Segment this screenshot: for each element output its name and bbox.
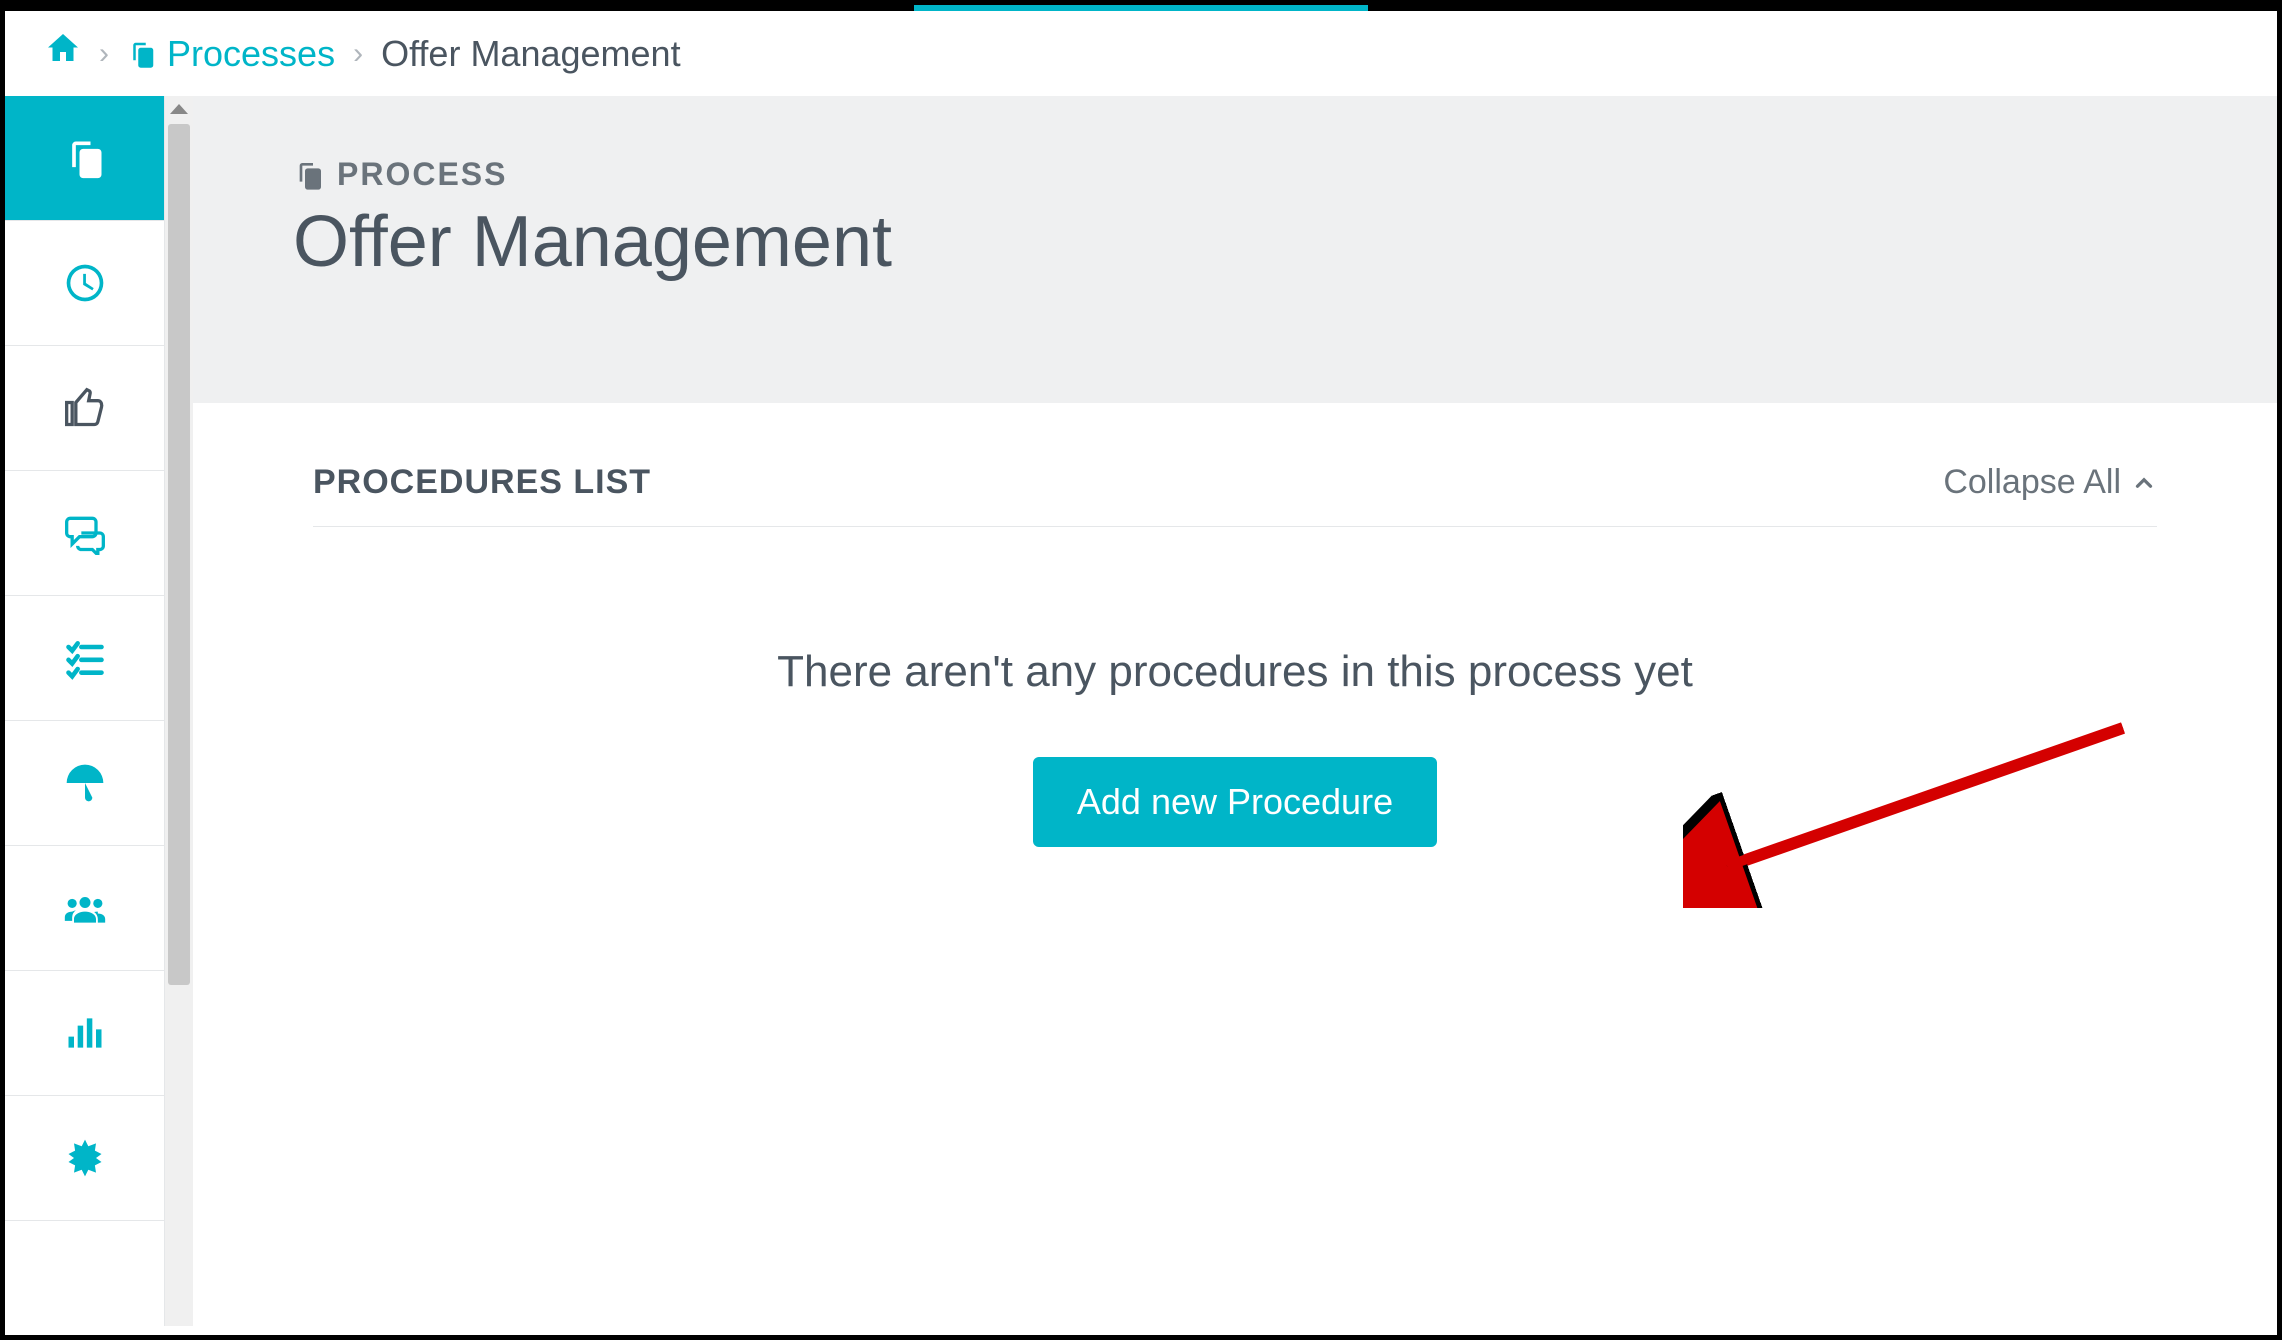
breadcrumb-processes-link[interactable]: Processes [127, 33, 335, 75]
copy-icon [293, 159, 325, 191]
sidebar-item-thumbs[interactable] [5, 346, 164, 471]
breadcrumb-processes-label: Processes [167, 33, 335, 75]
breadcrumb: › Processes › Offer Management [5, 11, 2277, 96]
collapse-all-label: Collapse All [1943, 463, 2121, 502]
procedures-section: PROCEDURES LIST Collapse All There aren'… [193, 403, 2277, 1326]
page-header: PROCESS Offer Management [193, 96, 2277, 403]
process-eyebrow: PROCESS [293, 156, 2177, 193]
clock-icon [63, 261, 107, 305]
team-icon [63, 886, 107, 930]
sidebar [5, 96, 165, 1326]
process-eyebrow-text: PROCESS [337, 156, 507, 193]
umbrella-icon [63, 761, 107, 805]
sidebar-item-comments[interactable] [5, 471, 164, 596]
star-burst-icon [63, 1136, 107, 1180]
sidebar-item-badge[interactable] [5, 1096, 164, 1221]
home-icon[interactable] [45, 31, 81, 76]
bars-icon [63, 1011, 107, 1055]
chat-icon [63, 511, 107, 555]
thumbs-up-icon [63, 386, 107, 430]
breadcrumb-current: Offer Management [381, 33, 681, 75]
page-title: Offer Management [293, 201, 2177, 283]
sidebar-item-checklist[interactable] [5, 596, 164, 721]
breadcrumb-separator: › [99, 37, 109, 71]
sidebar-item-team[interactable] [5, 846, 164, 971]
sidebar-item-time[interactable] [5, 221, 164, 346]
scrollbar[interactable] [165, 96, 193, 1326]
collapse-all-link[interactable]: Collapse All [1943, 463, 2157, 502]
checklist-icon [63, 636, 107, 680]
breadcrumb-separator: › [353, 37, 363, 71]
main-content: PROCESS Offer Management PROCEDURES LIST… [193, 96, 2277, 1326]
sidebar-item-stats[interactable] [5, 971, 164, 1096]
procedures-list-title: PROCEDURES LIST [313, 463, 651, 502]
scroll-up-icon[interactable] [170, 104, 188, 114]
empty-procedures-message: There aren't any procedures in this proc… [313, 647, 2157, 697]
add-new-procedure-button[interactable]: Add new Procedure [1033, 757, 1437, 847]
sidebar-item-umbrella[interactable] [5, 721, 164, 846]
copy-icon [63, 136, 107, 180]
scroll-thumb[interactable] [168, 124, 190, 985]
chevron-up-icon [2131, 470, 2157, 496]
sidebar-item-processes[interactable] [5, 96, 164, 221]
